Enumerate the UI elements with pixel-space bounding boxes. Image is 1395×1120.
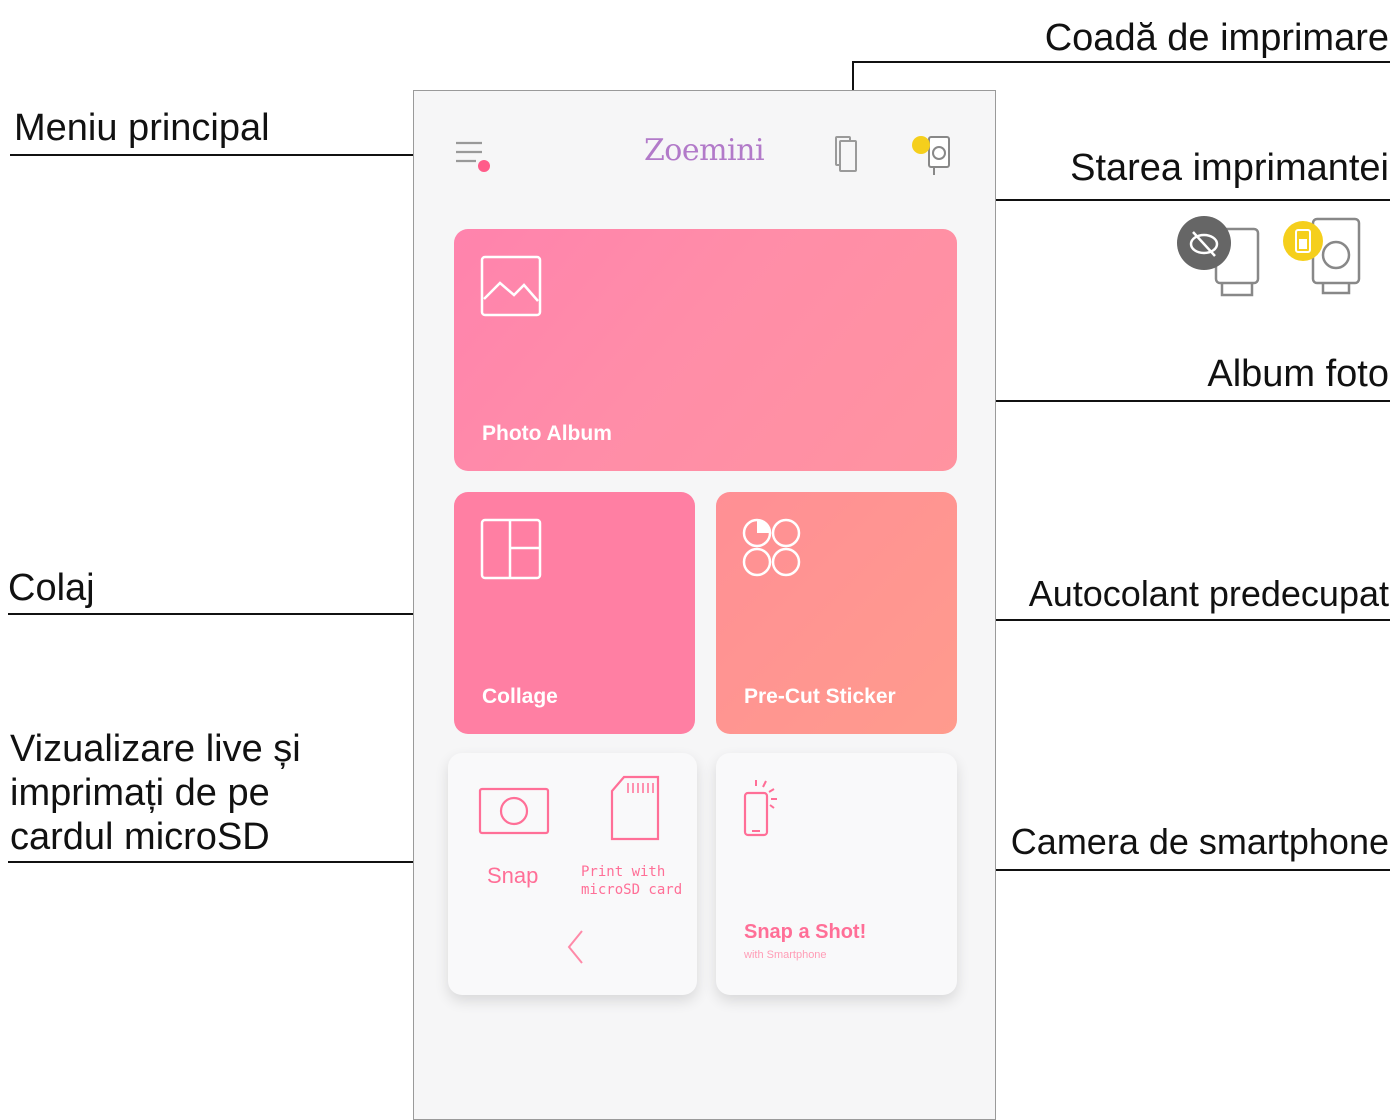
pre-cut-sticker-tile[interactable]: Pre-Cut Sticker xyxy=(716,492,957,734)
callout-sticker: Autocolant predecupat xyxy=(1028,573,1389,614)
disconnected-printer-icon xyxy=(1177,216,1260,297)
collage-layout-icon xyxy=(480,518,542,580)
photo-album-tile[interactable]: Photo Album xyxy=(454,229,957,471)
callout-live-view-line2: imprimați de pe xyxy=(10,772,270,814)
snap-a-shot-card[interactable]: Snap a Shot! with Smartphone xyxy=(716,753,957,995)
snap-a-shot-title: Snap a Shot! xyxy=(744,921,867,943)
callout-photo-album: Album foto xyxy=(1207,353,1389,395)
smartphone-icon xyxy=(743,780,777,837)
print-microsd-line2: microSD card xyxy=(581,882,683,898)
image-icon xyxy=(480,255,542,317)
collage-tile[interactable]: Collage xyxy=(454,492,695,734)
snap-button[interactable]: Snap xyxy=(487,863,538,889)
app-screen: Zoemini Photo Album Collage Pre-Cut Stic… xyxy=(413,90,996,1120)
callout-live-view-line1: Vizualizare live și xyxy=(10,728,301,770)
app-logo: Zoemini xyxy=(643,133,765,168)
sticker-circles-icon xyxy=(742,518,801,577)
snap-a-shot-subtitle: with Smartphone xyxy=(744,949,827,961)
callout-main-menu: Meniu principal xyxy=(14,107,270,149)
callout-live-view: Vizualizare live și imprimați de pe card… xyxy=(10,727,301,859)
print-queue-icon[interactable] xyxy=(834,133,864,173)
callout-print-queue: Coadă de imprimare xyxy=(1044,17,1389,59)
printer-status-icon[interactable] xyxy=(909,133,959,177)
print-microsd-line1: Print with xyxy=(581,864,666,880)
callout-collage: Colaj xyxy=(8,567,95,609)
menu-icon[interactable] xyxy=(456,137,496,177)
sd-card-icon[interactable] xyxy=(610,775,660,841)
callout-smartphone-camera: Camera de smartphone xyxy=(1010,821,1389,862)
battery-printer-icon xyxy=(1283,217,1361,295)
photo-album-label: Photo Album xyxy=(482,422,612,445)
snap-card: Snap Print with microSD card xyxy=(448,753,697,995)
print-microsd-button[interactable]: Print with microSD card xyxy=(581,863,682,899)
collage-label: Collage xyxy=(482,685,558,708)
camera-icon[interactable] xyxy=(478,787,550,835)
callout-printer-status: Starea imprimantei xyxy=(1070,147,1389,189)
pre-cut-sticker-label: Pre-Cut Sticker xyxy=(744,685,896,708)
callout-live-view-line3: cardul microSD xyxy=(10,816,270,858)
back-arrow-icon[interactable] xyxy=(566,929,586,965)
